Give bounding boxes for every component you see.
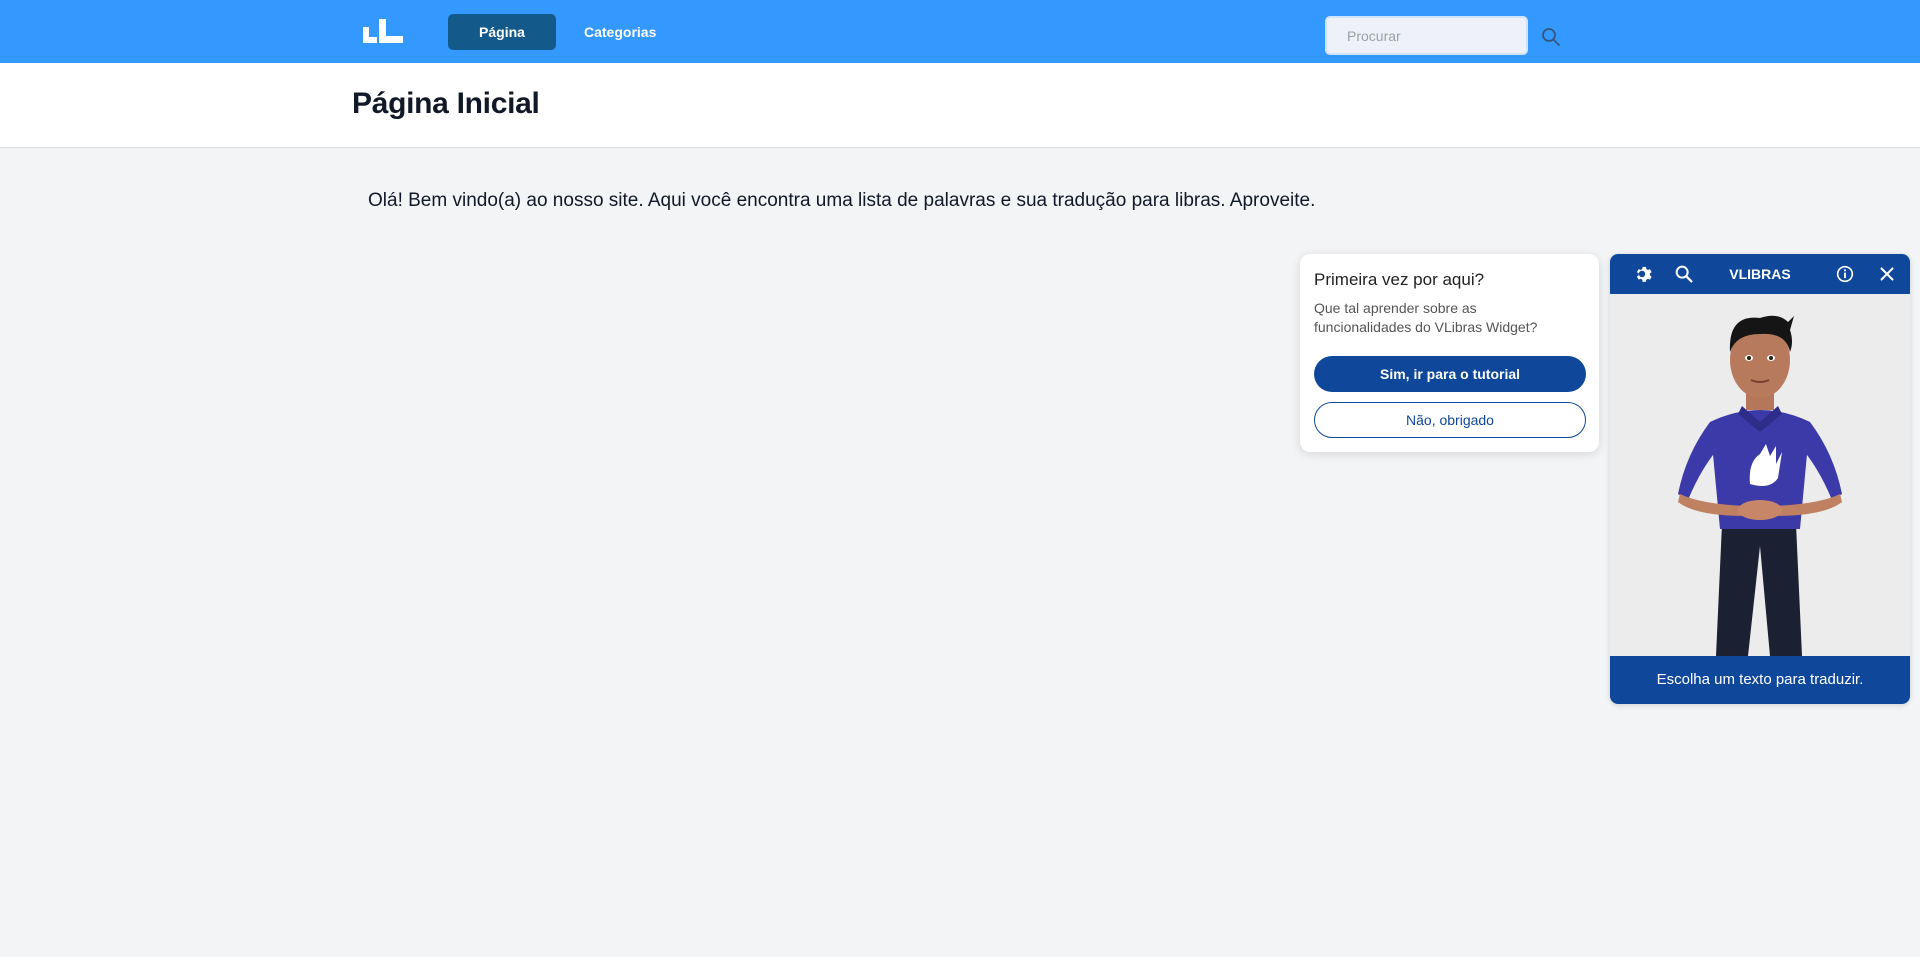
tutorial-popup: Primeira vez por aqui? Que tal aprender … [1300, 254, 1599, 452]
nav-link-categories[interactable]: Categorias [572, 14, 668, 50]
tutorial-yes-button[interactable]: Sim, ir para o tutorial [1314, 356, 1586, 392]
vlibras-avatar-area [1610, 294, 1910, 656]
welcome-text: Olá! Bem vindo(a) ao nosso site. Aqui vo… [368, 190, 1316, 211]
vlibras-header: VLIBRAS [1610, 254, 1910, 294]
search-icon[interactable] [1673, 263, 1695, 285]
page-header: Página Inicial [0, 63, 1920, 148]
vlibras-widget: VLIBRAS Escolha um texto para traduzir. [1610, 254, 1910, 704]
info-icon[interactable] [1834, 263, 1856, 285]
close-icon[interactable] [1876, 263, 1898, 285]
vlibras-avatar [1678, 315, 1842, 656]
tutorial-no-button[interactable]: Não, obrigado [1314, 402, 1586, 438]
gear-icon[interactable] [1631, 263, 1653, 285]
vlibras-footer-text: Escolha um texto para traduzir. [1610, 656, 1910, 704]
tutorial-text: Que tal aprender sobre as funcionalidade… [1314, 300, 1538, 335]
search-input[interactable] [1325, 16, 1528, 55]
nav-link-home[interactable]: Página Inicial [448, 14, 556, 76]
page-title: Página Inicial [352, 87, 540, 120]
tutorial-title: Primeira vez por aqui? [1314, 270, 1485, 289]
site-logo-icon[interactable] [363, 19, 403, 43]
vlibras-title: VLIBRAS [1729, 266, 1791, 282]
search-icon[interactable] [1539, 25, 1563, 49]
top-navbar: Página Inicial Categorias [0, 0, 1920, 76]
